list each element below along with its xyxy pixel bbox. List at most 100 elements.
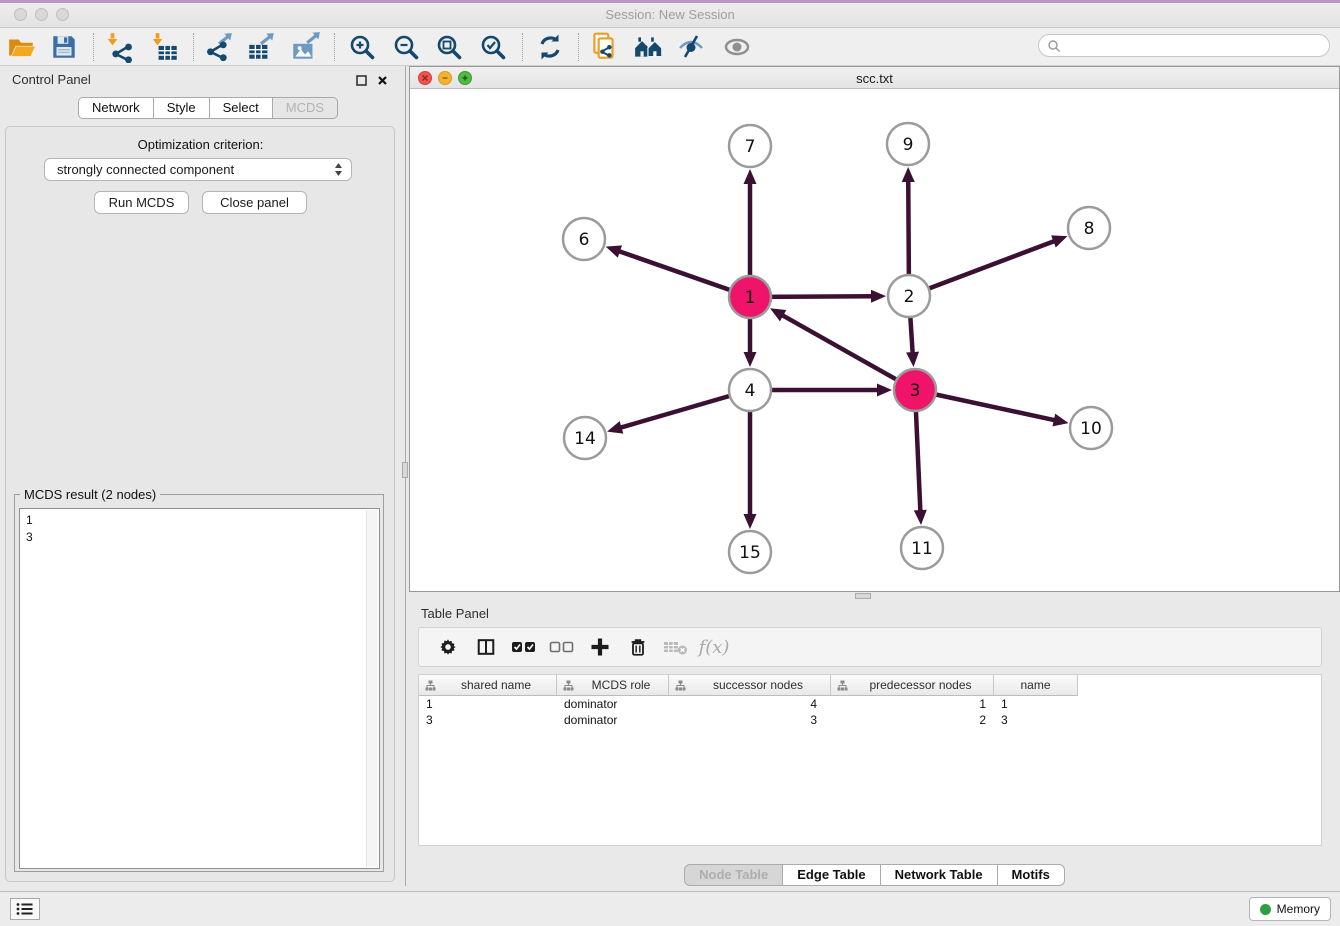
export-table-icon[interactable] [244,30,278,64]
cell-shared-name[interactable]: 3 [419,712,557,728]
edge-3-1[interactable] [781,315,915,390]
graph-node-9[interactable]: 9 [887,123,929,165]
mcds-result-textarea[interactable]: 1 3 [19,508,380,869]
cell-successor-nodes[interactable]: 3 [669,712,831,728]
search-field[interactable] [1038,34,1330,57]
home-session-icon[interactable] [632,30,666,64]
graph-node-8[interactable]: 8 [1068,207,1110,249]
network-canvas[interactable]: 7 9 6 8 1 2 4 3 14 10 15 11 [410,89,1339,591]
control-panel-header: Control Panel [0,66,401,92]
network-graph[interactable]: 7 9 6 8 1 2 4 3 14 10 15 11 [410,89,1339,591]
tab-edge-table[interactable]: Edge Table [783,864,880,886]
svg-text:11: 11 [911,539,933,559]
tab-mcds[interactable]: MCDS [273,97,338,119]
import-network-icon[interactable] [103,30,137,64]
column-type-icon [563,680,574,691]
arrowhead-1-4 [744,352,757,367]
column-header-successor-nodes[interactable]: successor nodes [669,675,831,696]
tab-select[interactable]: Select [210,97,273,119]
graph-node-14[interactable]: 14 [564,417,606,459]
graph-node-7[interactable]: 7 [729,125,771,167]
cell-shared-name[interactable]: 1 [419,696,557,712]
graph-node-4[interactable]: 4 [729,369,771,411]
control-panel: Control Panel NetworkStyleSelectMCDS Opt… [0,66,401,886]
window-top-edge [0,0,1340,3]
graph-node-2[interactable]: 2 [888,275,930,317]
cell-name[interactable]: 3 [994,712,1078,728]
graph-node-10[interactable]: 10 [1070,407,1112,449]
graph-node-11[interactable]: 11 [901,527,943,569]
cell-MCDS-role[interactable]: dominator [557,696,669,712]
horizontal-splitter-handle[interactable] [855,593,871,599]
select-all-checkboxes-icon[interactable] [505,639,543,655]
search-input[interactable] [1066,38,1321,53]
cell-name[interactable]: 1 [994,696,1078,712]
arrowhead-2-3 [906,352,919,367]
svg-text:7: 7 [745,137,756,157]
show-column-panel-icon[interactable] [467,637,505,657]
optimization-criterion-label: Optimization criterion: [0,137,401,152]
table-row[interactable]: 1dominator411 [419,696,1321,712]
save-session-icon[interactable] [47,30,81,64]
open-session-icon[interactable] [5,30,39,64]
clone-network-icon[interactable] [587,30,621,64]
column-header-predecessor-nodes[interactable]: predecessor nodes [831,675,994,696]
zoom-out-icon[interactable] [389,30,423,64]
cell-successor-nodes[interactable]: 4 [669,696,831,712]
node-table[interactable]: shared nameMCDS rolesuccessor nodesprede… [418,674,1322,846]
memory-button[interactable]: Memory [1249,897,1331,921]
graph-node-6[interactable]: 6 [563,218,605,260]
tab-motifs[interactable]: Motifs [998,864,1065,886]
graph-node-3[interactable]: 3 [894,369,936,411]
export-image-icon[interactable] [288,30,322,64]
toolbar-separator [193,33,194,61]
apply-layout-icon[interactable] [533,30,567,64]
network-frame-titlebar: scc.txt [410,67,1339,89]
zoom-in-icon[interactable] [345,30,379,64]
vertical-splitter[interactable] [401,66,409,886]
svg-text:3: 3 [910,381,921,401]
run-mcds-button[interactable]: Run MCDS [94,191,189,214]
zoom-fit-icon[interactable] [432,30,466,64]
toolbar-separator [522,33,523,61]
table-panel-title: Table Panel [421,606,489,621]
cell-MCDS-role[interactable]: dominator [557,712,669,728]
table-settings-gear-icon[interactable] [429,637,467,657]
cell-predecessor-nodes[interactable]: 2 [831,712,994,728]
hide-panels-eye-icon[interactable] [674,30,708,64]
graph-node-1[interactable]: 1 [729,276,771,318]
vertical-splitter-handle[interactable] [402,462,408,478]
tab-style[interactable]: Style [154,97,210,119]
tab-node-table[interactable]: Node Table [684,864,783,886]
delete-column-icon[interactable] [619,637,657,657]
edge-2-8[interactable] [909,241,1055,296]
graph-node-15[interactable]: 15 [729,531,771,573]
table-row[interactable]: 3dominator323 [419,712,1321,728]
network-frame-title: scc.txt [410,71,1339,86]
table-body: 1dominator4113dominator323 [419,696,1321,728]
export-network-icon[interactable] [202,30,236,64]
column-header-MCDS-role[interactable]: MCDS role [557,675,669,696]
mcds-result-groupbox: MCDS result (2 nodes) 1 3 [14,494,384,872]
fx-label: f(x) [699,637,730,658]
delete-table-icon-disabled [657,638,695,656]
column-header-name[interactable]: name [994,675,1078,696]
result-scrollbar[interactable] [366,510,378,867]
deselect-all-checkboxes-icon[interactable] [543,639,581,655]
close-panel-button[interactable]: Close panel [202,191,307,214]
svg-text:6: 6 [579,230,590,250]
zoom-selected-icon[interactable] [476,30,510,64]
horizontal-splitter[interactable] [409,592,1340,600]
add-column-icon[interactable] [581,636,619,658]
task-history-button[interactable] [10,898,40,920]
import-table-icon[interactable] [148,30,182,64]
show-views-eye-icon[interactable] [720,30,754,64]
cell-predecessor-nodes[interactable]: 1 [831,696,994,712]
float-panel-icon[interactable] [356,74,367,89]
close-panel-icon[interactable] [377,74,388,89]
tab-network[interactable]: Network [78,97,154,119]
column-header-shared-name[interactable]: shared name [419,675,557,696]
tab-network-table[interactable]: Network Table [881,864,998,886]
criterion-dropdown[interactable]: strongly connected component [44,158,352,181]
arrowhead-4-15 [744,514,757,529]
